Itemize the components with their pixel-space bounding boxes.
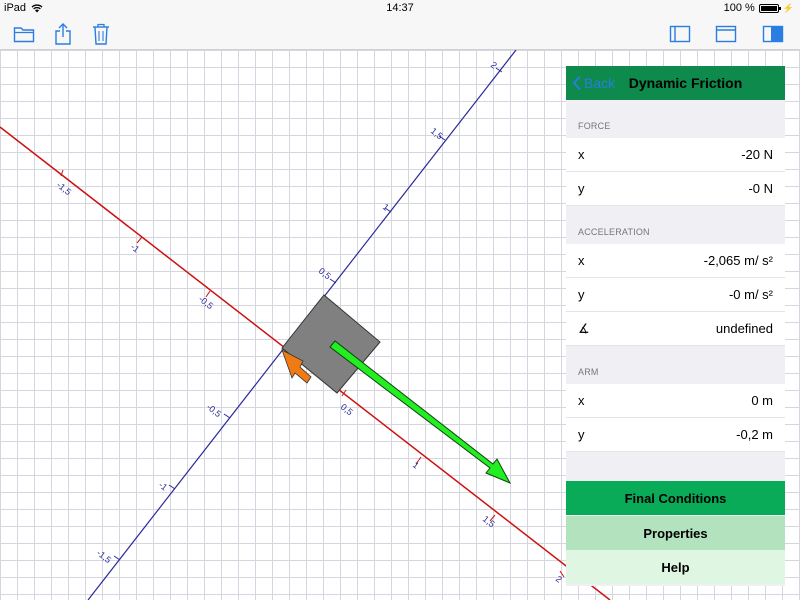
- share-icon: [55, 23, 71, 45]
- row-value: -0 N: [748, 181, 773, 196]
- section-header-arm: ARM: [578, 367, 599, 377]
- row-label: x: [578, 253, 585, 268]
- force-y-row[interactable]: y -0 N: [566, 172, 785, 206]
- row-value: -20 N: [741, 147, 773, 162]
- final-conditions-button[interactable]: Final Conditions: [566, 481, 785, 515]
- sliding-block[interactable]: [281, 294, 381, 394]
- y-axis-label: -1: [157, 480, 169, 493]
- force-x-row[interactable]: x -20 N: [566, 138, 785, 172]
- folder-button[interactable]: [12, 22, 36, 46]
- y-axis-ticks: [113, 67, 503, 561]
- y-axis-label: -0,5: [205, 402, 223, 419]
- arm-y-row[interactable]: y -0,2 m: [566, 418, 785, 452]
- full-view-toggle[interactable]: [714, 22, 738, 46]
- row-value: -0 m/ s²: [728, 287, 773, 302]
- window-icon: [715, 25, 737, 43]
- x-axis-label: 2: [554, 574, 564, 585]
- y-axis-label: 1,5: [429, 126, 445, 142]
- battery-fill: [760, 5, 777, 11]
- row-label: y: [578, 181, 585, 196]
- x-axis-label: 0,5: [339, 402, 355, 418]
- row-value: 0 m: [751, 393, 773, 408]
- status-time: 14:37: [386, 2, 414, 14]
- sidebar-right-icon: [762, 25, 784, 43]
- row-label: y: [578, 287, 585, 302]
- arm-x-row[interactable]: x 0 m: [566, 384, 785, 418]
- row-label: y: [578, 427, 585, 442]
- y-axis-label: -1,5: [95, 548, 113, 565]
- row-value: -0,2 m: [736, 427, 773, 442]
- help-button[interactable]: Help: [566, 550, 785, 584]
- row-value: undefined: [715, 321, 773, 336]
- toolbar: [0, 18, 800, 50]
- acceleration-angle-row[interactable]: ∡ undefined: [566, 312, 785, 346]
- folder-icon: [13, 27, 35, 43]
- back-label: Back: [584, 75, 616, 91]
- panel-header: Back Dynamic Friction: [566, 66, 785, 100]
- section-header-force: FORCE: [578, 121, 611, 131]
- x-axis-label: -1: [129, 242, 141, 255]
- status-right: 100 % ⚡: [724, 2, 794, 14]
- status-bar: iPad 14:37 100 % ⚡: [0, 0, 800, 18]
- charging-icon: ⚡: [782, 2, 794, 13]
- section-header-acceleration: ACCELERATION: [578, 227, 650, 237]
- battery-icon: [758, 3, 781, 13]
- x-axis-label: 1: [411, 460, 421, 471]
- x-axis-label: -0,5: [197, 294, 215, 311]
- battery-percent: 100 %: [723, 2, 755, 14]
- back-button[interactable]: Back: [572, 66, 615, 100]
- right-sidebar-toggle[interactable]: [761, 22, 785, 46]
- chevron-left-icon: [572, 75, 581, 91]
- sidebar-left-icon: [669, 25, 691, 43]
- delete-button[interactable]: [89, 22, 113, 46]
- share-button[interactable]: [51, 22, 75, 46]
- acceleration-y-row[interactable]: y -0 m/ s²: [566, 278, 785, 312]
- row-label: x: [578, 393, 585, 408]
- acceleration-x-row[interactable]: x -2,065 m/ s²: [566, 244, 785, 278]
- properties-button[interactable]: Properties: [566, 516, 785, 550]
- left-sidebar-toggle[interactable]: [668, 22, 692, 46]
- row-label: x: [578, 147, 585, 162]
- trash-icon: [93, 23, 109, 45]
- row-value: -2,065 m/ s²: [703, 253, 773, 268]
- angle-icon: ∡: [578, 320, 590, 336]
